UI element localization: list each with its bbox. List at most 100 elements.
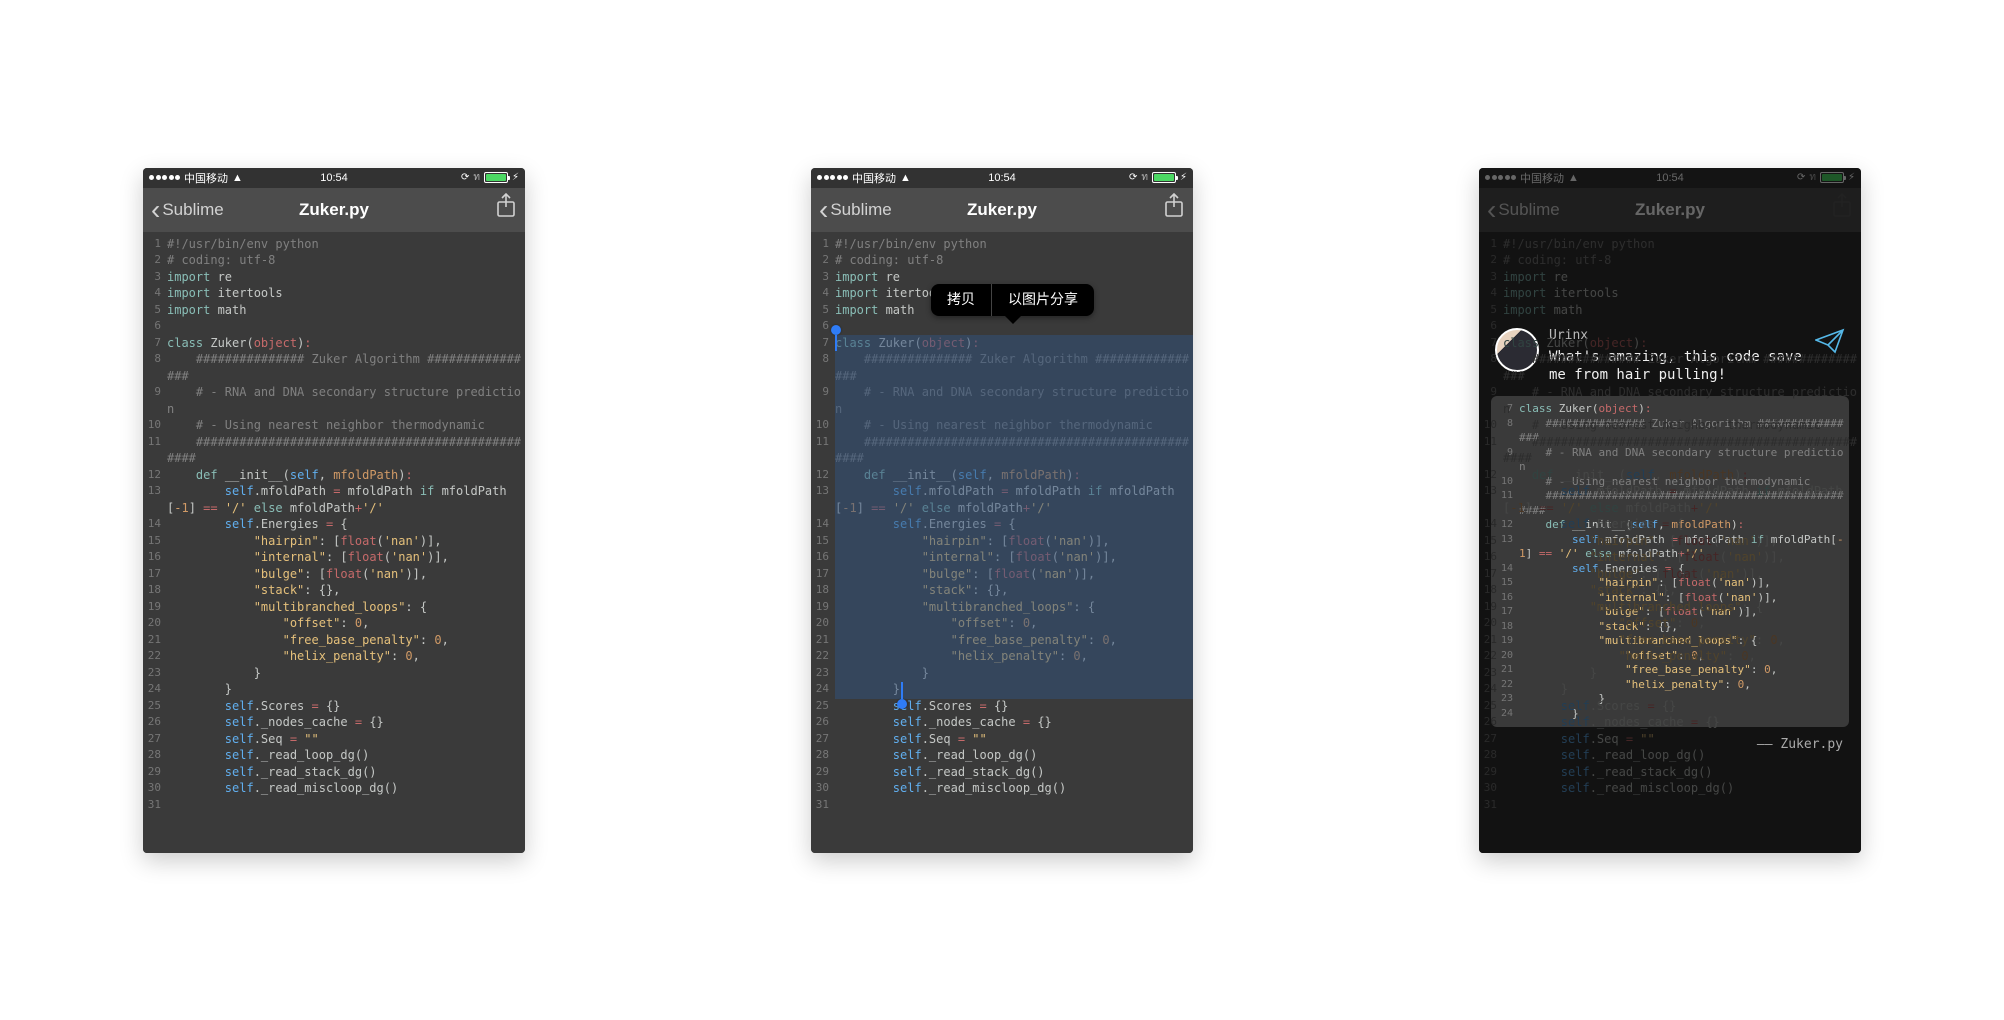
back-button[interactable]: ‹ Sublime — [151, 196, 224, 224]
wifi-icon: ▲ — [900, 172, 911, 184]
line-number: 10 — [811, 417, 835, 434]
code-line: 8 ############### Zuker Algorithm ######… — [1479, 351, 1861, 384]
code-line: 24 } — [143, 681, 525, 698]
code-line: 26 self._nodes_cache = {} — [143, 714, 525, 731]
code-text: "offset": 0, — [835, 615, 1193, 632]
line-number: 4 — [143, 285, 167, 302]
line-number: 27 — [143, 731, 167, 748]
code-line: 16 "internal": [float('nan')], — [811, 549, 1193, 566]
bluetooth-icon: ท — [1809, 170, 1816, 185]
line-number: 28 — [143, 747, 167, 764]
code-text: "multibranched_loops": { — [1503, 599, 1861, 616]
line-number: 22 — [1479, 648, 1503, 665]
line-number: 9 — [1479, 384, 1503, 417]
code-line: 13 self.mfoldPath = mfoldPath if mfoldPa… — [811, 483, 1193, 516]
back-button[interactable]: ‹ Sublime — [819, 196, 892, 224]
line-number: 12 — [811, 467, 835, 484]
code-line: 11 #####################################… — [143, 434, 525, 467]
line-number: 2 — [1479, 252, 1503, 269]
page-title: Zuker.py — [967, 200, 1037, 220]
status-bar: 中国移动 ▲ 10:54 ⟳ ท ⚡︎ — [143, 168, 525, 188]
code-line: 28 self._read_loop_dg() — [811, 747, 1193, 764]
code-line: 21 "free_base_penalty": 0, — [811, 632, 1193, 649]
code-text: } — [835, 665, 1193, 682]
code-text: } — [835, 681, 1193, 698]
charging-icon: ⚡︎ — [1848, 172, 1855, 183]
code-text: "helix_penalty": 0, — [167, 648, 525, 665]
selection-handle-start[interactable] — [831, 325, 841, 335]
share-button[interactable] — [1163, 193, 1185, 224]
code-line: 26 self._nodes_cache = {} — [811, 714, 1193, 731]
code-line: 19 "multibranched_loops": { — [143, 599, 525, 616]
line-number: 8 — [1479, 351, 1503, 384]
code-text: ############### Zuker Algorithm ########… — [1503, 351, 1861, 384]
code-view: Urinx What's amazing, this code save me … — [1479, 232, 1861, 853]
orientation-lock-icon: ⟳ — [1129, 172, 1137, 183]
line-number: 24 — [143, 681, 167, 698]
code-line: 30 self._read_miscloop_dg() — [143, 780, 525, 797]
line-number: 9 — [143, 384, 167, 417]
code-line: 13 self.mfoldPath = mfoldPath if mfoldPa… — [1479, 483, 1861, 516]
line-number: 3 — [1479, 269, 1503, 286]
line-number: 13 — [1479, 483, 1503, 516]
carrier-label: 中国移动 — [1520, 170, 1564, 186]
code-text: } — [1503, 665, 1861, 682]
code-text: "free_base_penalty": 0, — [835, 632, 1193, 649]
line-number: 28 — [1479, 747, 1503, 764]
line-number: 20 — [811, 615, 835, 632]
code-text: ########################################… — [167, 434, 525, 467]
back-button[interactable]: ‹ Sublime — [1487, 196, 1560, 224]
battery-icon — [1820, 172, 1844, 183]
line-number: 4 — [1479, 285, 1503, 302]
code-line: 18 "stack": {}, — [1479, 582, 1861, 599]
code-text — [835, 797, 1193, 814]
share-button[interactable] — [1831, 193, 1853, 224]
code-line: 7class Zuker(object): — [1479, 335, 1861, 352]
line-number: 10 — [143, 417, 167, 434]
selection-handle-end[interactable] — [897, 699, 907, 709]
line-number: 30 — [143, 780, 167, 797]
code-text: self._read_stack_dg() — [1503, 764, 1861, 781]
nav-bar: ‹ Sublime Zuker.py — [1479, 188, 1861, 232]
code-view[interactable]: 拷贝 以图片分享 1#!/usr/bin/env python2# coding… — [811, 232, 1193, 853]
code-text: self.Seq = "" — [1503, 731, 1861, 748]
line-number: 22 — [811, 648, 835, 665]
share-as-image-menu-item[interactable]: 以图片分享 — [992, 284, 1094, 317]
share-button[interactable] — [495, 193, 517, 224]
code-line: 27 self.Seq = "" — [1479, 731, 1861, 748]
share-icon — [1831, 193, 1853, 219]
code-line: 17 "bulge": [float('nan')], — [811, 566, 1193, 583]
line-number: 13 — [811, 483, 835, 516]
code-text: #!/usr/bin/env python — [835, 236, 1193, 253]
carrier-label: 中国移动 — [852, 170, 896, 186]
code-text: self.Scores = {} — [1503, 698, 1861, 715]
wifi-icon: ▲ — [232, 172, 243, 184]
code-text: "helix_penalty": 0, — [1503, 648, 1861, 665]
code-text: self.Energies = { — [835, 516, 1193, 533]
code-line: 31 — [143, 797, 525, 814]
line-number: 2 — [811, 252, 835, 269]
line-number: 7 — [143, 335, 167, 352]
code-text: self.Scores = {} — [835, 698, 1193, 715]
line-number: 25 — [1479, 698, 1503, 715]
code-text: # - RNA and DNA secondary structure pred… — [835, 384, 1193, 417]
code-view[interactable]: 1#!/usr/bin/env python2# coding: utf-83i… — [143, 232, 525, 853]
line-number: 4 — [811, 285, 835, 302]
copy-menu-item[interactable]: 拷贝 — [931, 284, 991, 317]
code-text: # - RNA and DNA secondary structure pred… — [1503, 384, 1861, 417]
code-line: 8 ############### Zuker Algorithm ######… — [143, 351, 525, 384]
code-line: 14 self.Energies = { — [143, 516, 525, 533]
line-number: 2 — [143, 252, 167, 269]
page-title: Zuker.py — [299, 200, 369, 220]
chevron-left-icon: ‹ — [819, 196, 828, 224]
line-number: 29 — [143, 764, 167, 781]
code-line: 5import math — [1479, 302, 1861, 319]
code-text: "free_base_penalty": 0, — [1503, 632, 1861, 649]
code-line: 14 self.Energies = { — [811, 516, 1193, 533]
code-text: def __init__(self, mfoldPath): — [1503, 467, 1861, 484]
code-line: 31 — [811, 797, 1193, 814]
line-number: 27 — [811, 731, 835, 748]
chevron-left-icon: ‹ — [151, 196, 160, 224]
code-line: 5import math — [143, 302, 525, 319]
code-line: 29 self._read_stack_dg() — [143, 764, 525, 781]
